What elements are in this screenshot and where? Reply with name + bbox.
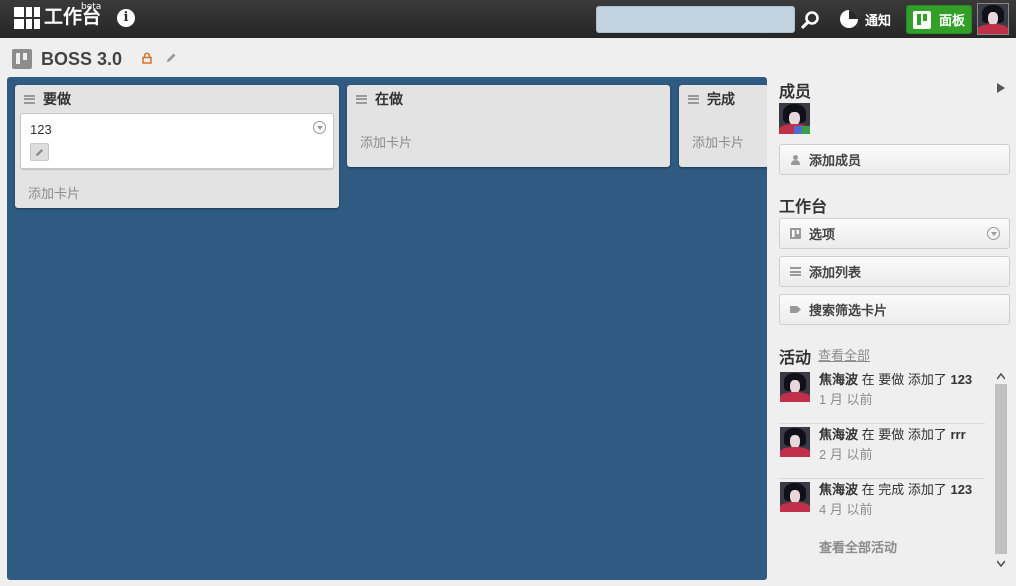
- top-bar: 工作台 beta i 通知 面板: [0, 0, 1016, 38]
- add-card-link[interactable]: 添加卡片: [347, 132, 670, 151]
- notifications-label: 通知: [865, 12, 892, 28]
- activity-item: 焦海波 在 要做 添加了 123 1 月 以前: [779, 369, 985, 424]
- list-title: 要做: [43, 91, 71, 107]
- board-icon: [790, 228, 801, 239]
- search-icon: [801, 11, 819, 29]
- boards-label: 面板: [939, 13, 966, 28]
- card-edit-button[interactable]: [30, 143, 49, 161]
- card-menu-icon[interactable]: [313, 121, 326, 134]
- add-member-label: 添加成员: [809, 153, 862, 168]
- activity-item-name[interactable]: rrr: [950, 427, 965, 442]
- activity-item-name[interactable]: 123: [950, 372, 972, 387]
- view-all-link[interactable]: 查看全部: [818, 345, 870, 364]
- activity-text: 焦海波 在 要做 添加了 rrr: [819, 427, 966, 442]
- board-title[interactable]: BOSS 3.0: [41, 49, 122, 70]
- user-avatar[interactable]: [977, 3, 1009, 35]
- activity-time: 4 月 以前: [819, 502, 873, 517]
- pencil-icon[interactable]: [165, 52, 177, 64]
- add-member-button[interactable]: 添加成员: [779, 144, 1010, 175]
- list-menu-icon: [790, 267, 801, 276]
- chevron-down-icon[interactable]: [997, 559, 1005, 567]
- workbench-heading: 工作台: [779, 199, 828, 216]
- list-todo: 要做 123 添加卡片: [15, 85, 339, 208]
- boards-icon: [913, 10, 931, 29]
- info-icon[interactable]: i: [117, 9, 135, 27]
- add-card-link[interactable]: 添加卡片: [679, 132, 767, 151]
- activity-user[interactable]: 焦海波: [819, 427, 858, 442]
- lock-icon[interactable]: [141, 52, 153, 64]
- view-all-activity-link[interactable]: 查看全部活动: [819, 537, 897, 556]
- logo-icon: [14, 7, 40, 29]
- board-header: BOSS 3.0: [12, 48, 122, 70]
- list-title: 在做: [375, 91, 403, 107]
- activity-item: 焦海波 在 要做 添加了 rrr 2 月 以前: [779, 424, 985, 479]
- filter-cards-button[interactable]: 搜索筛选卡片: [779, 294, 1010, 325]
- tag-icon: [790, 306, 801, 313]
- scrollbar-thumb[interactable]: [995, 384, 1007, 554]
- activity-heading: 活动: [779, 350, 812, 367]
- board-canvas: 要做 123 添加卡片 在做 添加卡片 完成 添加卡片: [7, 77, 767, 580]
- options-button[interactable]: 选项: [779, 218, 1010, 249]
- board-icon: [12, 49, 32, 69]
- activity-avatar[interactable]: [780, 427, 810, 457]
- chevron-up-icon[interactable]: [997, 373, 1005, 381]
- activity-avatar[interactable]: [780, 482, 810, 512]
- filter-cards-label: 搜索筛选卡片: [809, 303, 888, 318]
- list-header[interactable]: 要做: [15, 85, 339, 113]
- list-menu-icon: [356, 94, 367, 104]
- list-menu-icon: [688, 94, 699, 104]
- pencil-icon: [36, 149, 43, 156]
- logo[interactable]: 工作台 beta: [14, 2, 101, 29]
- card[interactable]: 123: [20, 113, 334, 169]
- activity-text: 焦海波 在 完成 添加了 123: [819, 482, 973, 497]
- activity-item: 焦海波 在 完成 添加了 123 4 月 以前: [779, 479, 985, 534]
- activity-time: 2 月 以前: [819, 447, 873, 462]
- activity-time: 1 月 以前: [819, 392, 873, 407]
- search-button[interactable]: [800, 9, 822, 31]
- boards-button[interactable]: 面板: [906, 5, 972, 34]
- list-done: 完成 添加卡片: [679, 85, 767, 167]
- member-avatar[interactable]: [779, 103, 810, 134]
- chevron-right-icon[interactable]: [997, 83, 1005, 93]
- activity-item-name[interactable]: 123: [950, 482, 972, 497]
- activity-text: 焦海波 在 要做 添加了 123: [819, 372, 973, 387]
- logo-beta-badge: beta: [81, 2, 102, 12]
- notification-icon: [840, 10, 858, 28]
- list-header[interactable]: 在做: [347, 85, 670, 113]
- activity-user[interactable]: 焦海波: [819, 372, 858, 387]
- list-header[interactable]: 完成: [679, 85, 767, 113]
- notifications-button[interactable]: 通知: [840, 9, 891, 29]
- members-heading: 成员: [779, 84, 812, 101]
- list-title: 完成: [707, 91, 735, 107]
- chevron-down-icon: [987, 227, 1000, 240]
- add-list-label: 添加列表: [809, 265, 862, 280]
- card-title: 123: [30, 122, 52, 137]
- activity-scrollbar[interactable]: [994, 370, 1008, 572]
- activity-avatar[interactable]: [780, 372, 810, 402]
- search-input[interactable]: [596, 6, 795, 33]
- activity-user[interactable]: 焦海波: [819, 482, 858, 497]
- list-menu-icon: [24, 94, 35, 104]
- add-list-button[interactable]: 添加列表: [779, 256, 1010, 287]
- list-doing: 在做 添加卡片: [347, 85, 670, 167]
- add-card-link[interactable]: 添加卡片: [15, 183, 339, 202]
- person-icon: [791, 155, 800, 165]
- options-label: 选项: [809, 227, 836, 242]
